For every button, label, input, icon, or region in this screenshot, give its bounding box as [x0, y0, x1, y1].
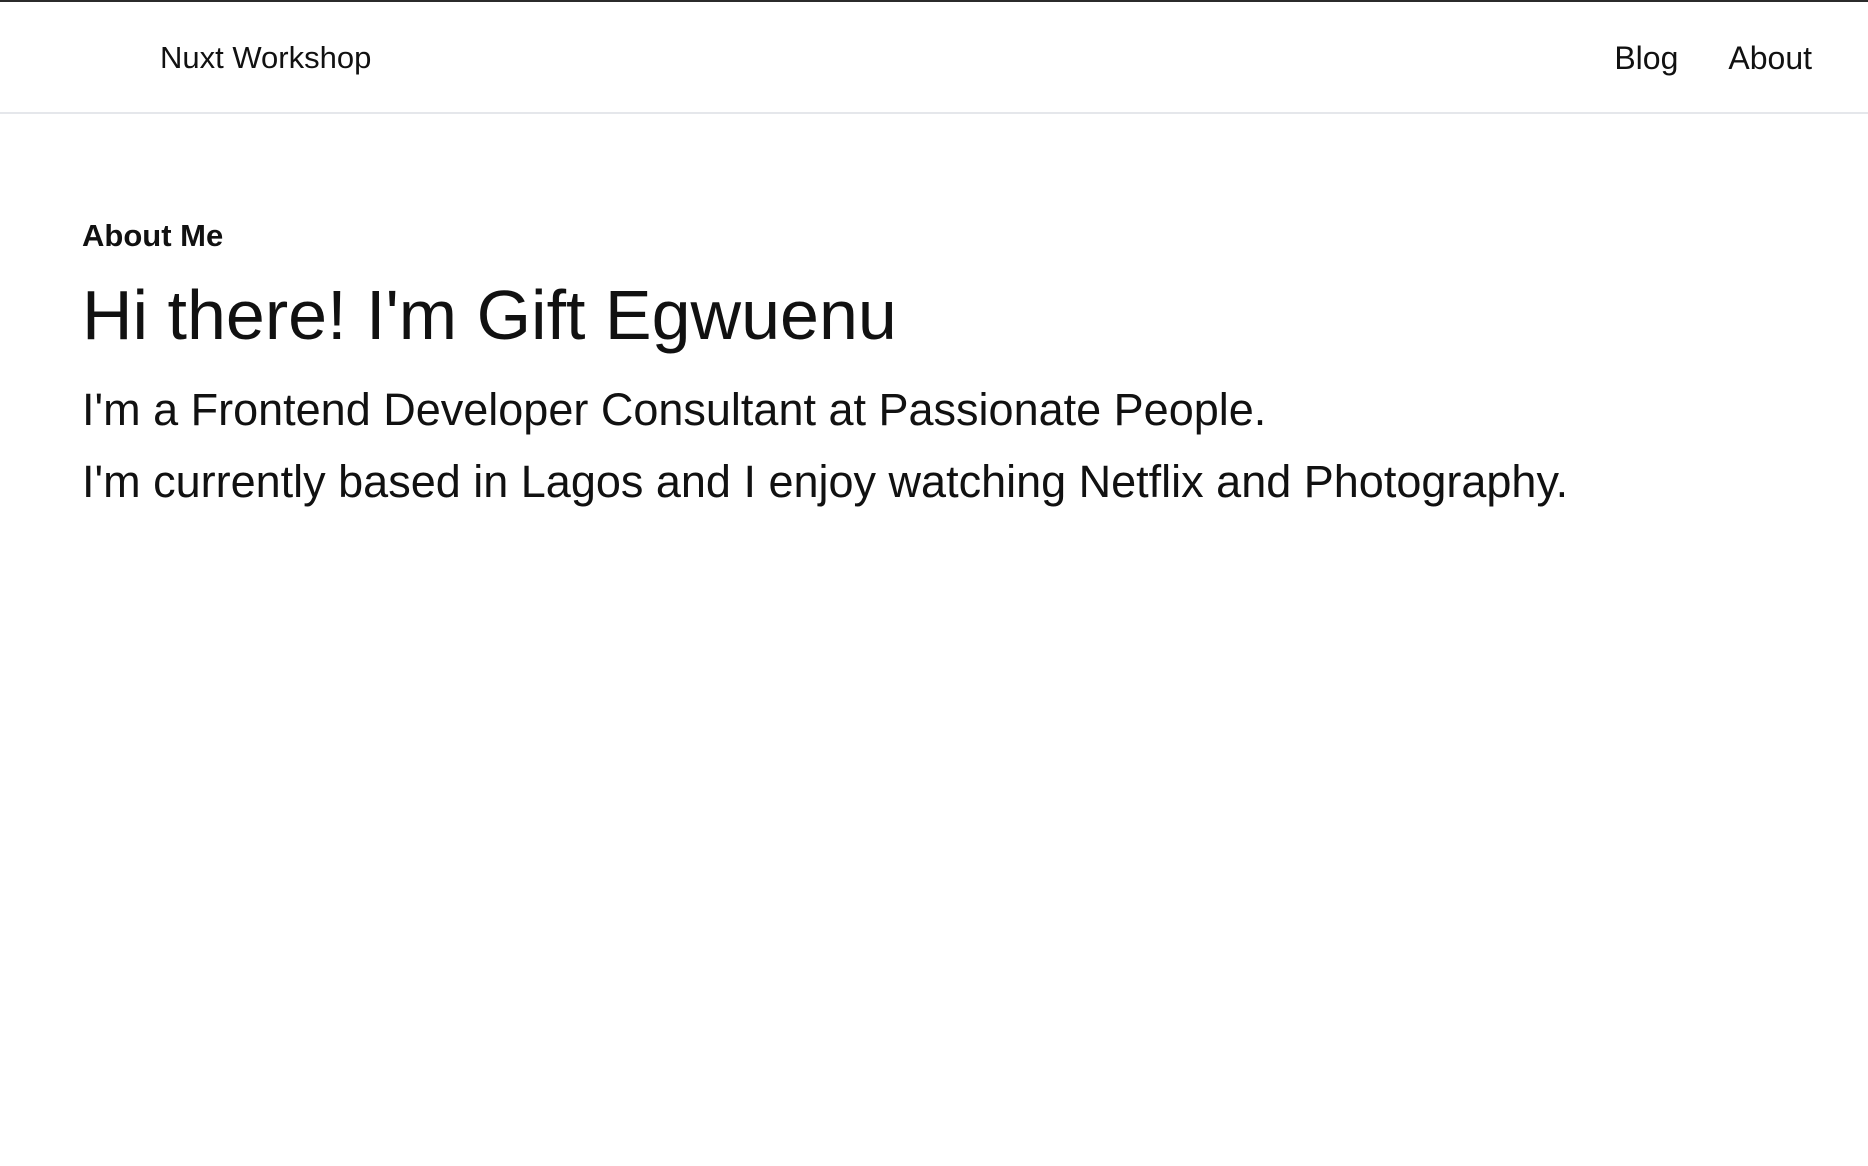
nav-link-about[interactable]: About — [1728, 38, 1812, 78]
site-header: Nuxt Workshop Blog About — [0, 2, 1868, 114]
about-section: About Me Hi there! I'm Gift Egwuenu I'm … — [82, 212, 1802, 518]
nav-link-blog[interactable]: Blog — [1614, 38, 1678, 78]
bio-paragraph-location: I'm currently based in Lagos and I enjoy… — [82, 456, 1569, 507]
page-title: Hi there! I'm Gift Egwuenu — [82, 276, 897, 354]
site-brand-link[interactable]: Nuxt Workshop — [160, 38, 371, 78]
bio-paragraph-role: I'm a Frontend Developer Consultant at P… — [82, 384, 1267, 435]
section-eyebrow: About Me — [82, 218, 224, 253]
main-nav: Blog About — [1614, 38, 1812, 78]
